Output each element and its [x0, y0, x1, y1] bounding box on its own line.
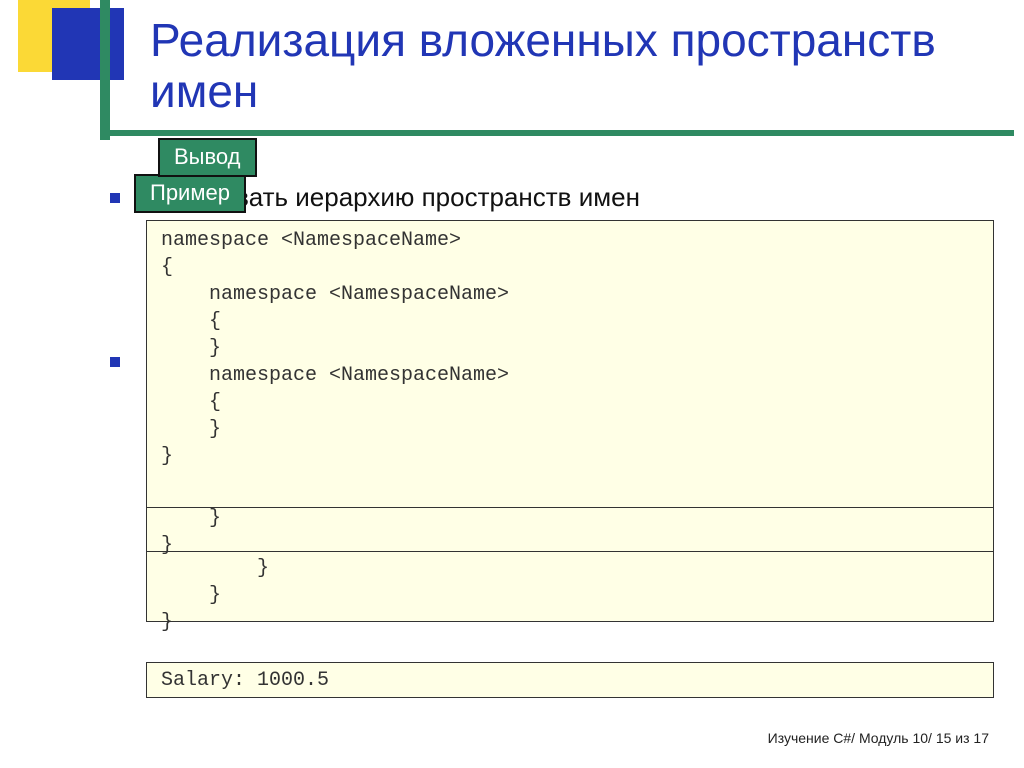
decoration-blue-square: [52, 8, 124, 80]
bullet-2: [110, 344, 134, 367]
output-label: Вывод: [158, 138, 257, 177]
example-label: Пример: [134, 174, 246, 213]
code-block-tail: } } }: [146, 548, 994, 622]
output-block: Salary: 1000.5: [146, 662, 994, 698]
slide-footer: Изучение C#/ Модуль 10/ 15 из 17: [768, 730, 989, 746]
decoration-green-L: [100, 0, 110, 140]
bullet-icon: [110, 193, 120, 203]
slide-body: ет создавать иерархию пространств имен я…: [110, 180, 990, 243]
slide-title: Реализация вложенных пространств имен: [150, 15, 990, 116]
code-block-main: namespace <NamespaceName> { namespace <N…: [146, 220, 994, 508]
bullet-icon: [110, 357, 120, 367]
